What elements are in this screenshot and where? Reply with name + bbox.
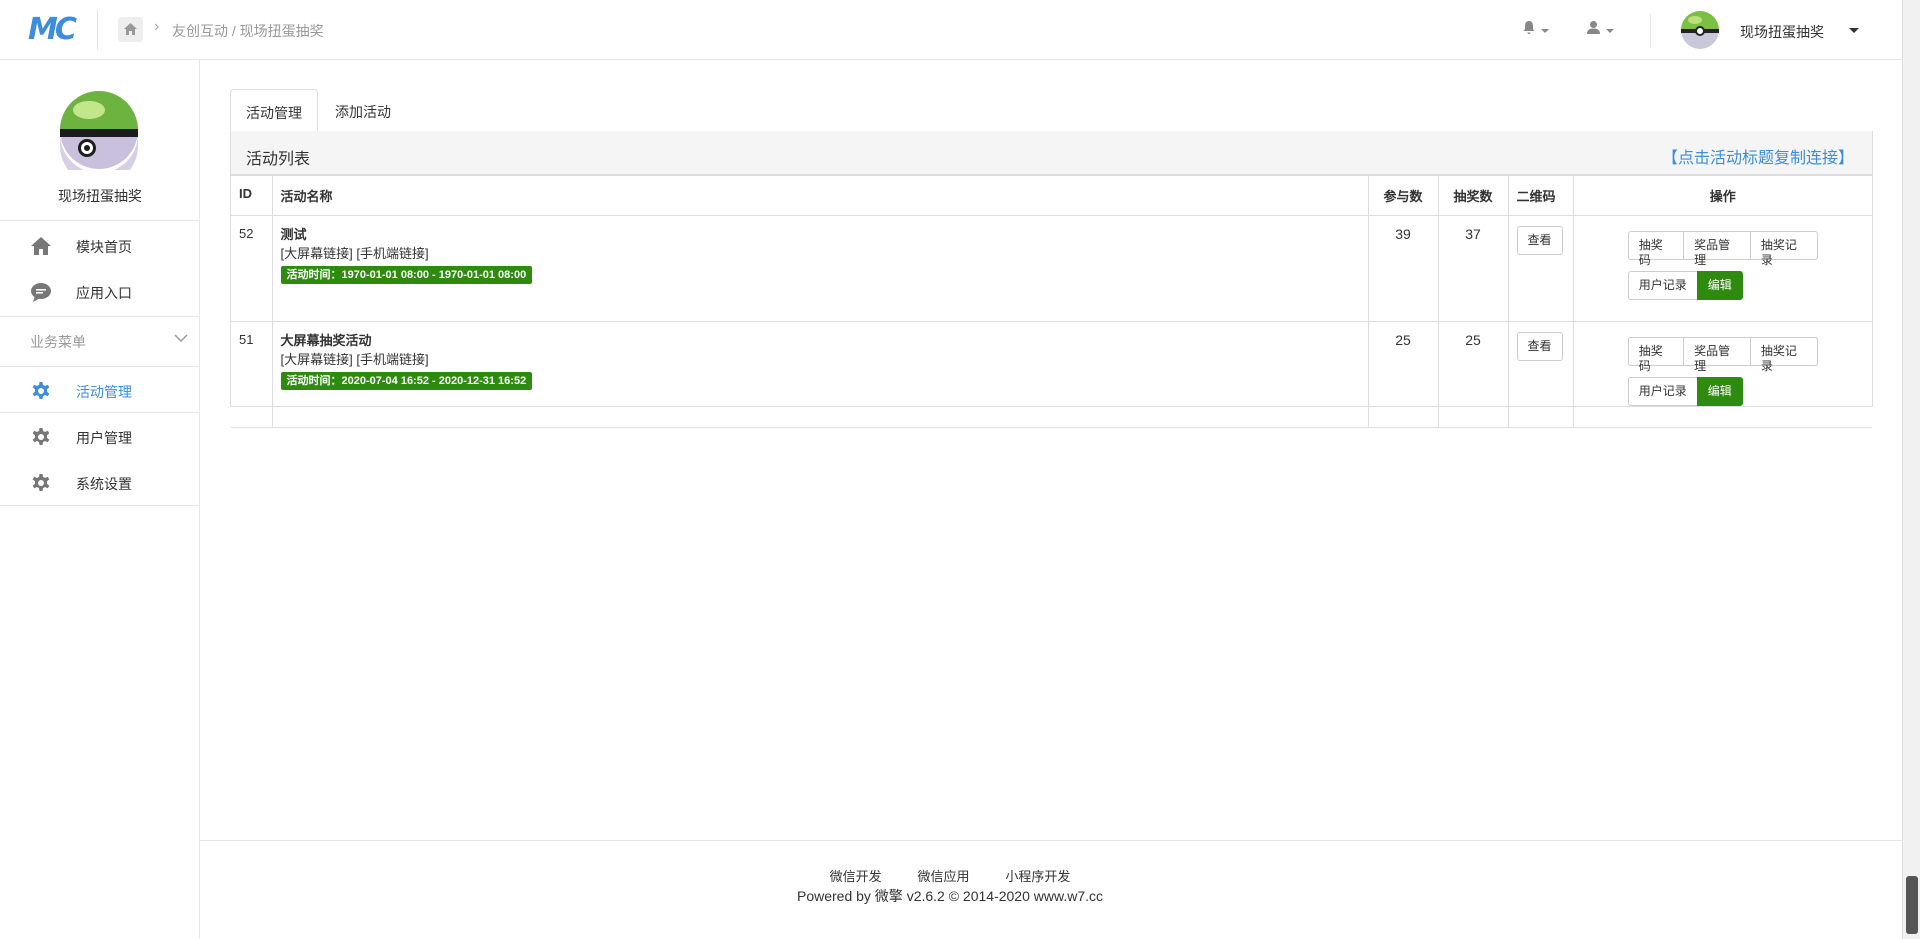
bell-icon [1523, 21, 1535, 34]
footer-divider [200, 840, 1902, 841]
table-row: 51 大屏幕抽奖活动 [大屏幕链接] [手机端链接] 活动时间：2020-07-… [231, 321, 1872, 428]
footer-links: 微信开发 微信应用 小程序开发 [0, 866, 1700, 885]
breadcrumb[interactable]: 友创互动 / 现场扭蛋抽奖 [172, 21, 324, 41]
module-title: 现场扭蛋抽奖 [58, 188, 142, 204]
cell-draws: 25 [1437, 321, 1509, 428]
tab-add-activity[interactable]: 添加活动 [320, 89, 406, 131]
sidebar-item-system-settings[interactable]: 系统设置 [0, 460, 199, 504]
sidebar-item-module-home[interactable]: 模块首页 [0, 223, 199, 267]
divider [1650, 14, 1651, 48]
edit-button[interactable]: 编辑 [1696, 377, 1743, 406]
sidebar-item-label: 模块首页 [76, 239, 132, 255]
sidebar-item-label: 活动管理 [76, 384, 132, 400]
gear-icon [32, 382, 50, 399]
logo-text: MC [28, 12, 77, 47]
cell-name: 测试 [大屏幕链接] [手机端链接] 活动时间：1970-01-01 08:00… [271, 215, 1369, 322]
activity-title[interactable]: 大屏幕抽奖活动 [281, 332, 1360, 350]
user-menu[interactable] [1586, 20, 1614, 38]
cell-participants: 25 [1367, 321, 1439, 428]
footer-copyright: Powered by 微擎 v2.6.2 © 2014-2020 www.w7.… [796, 888, 1104, 904]
cell-draws: 37 [1437, 215, 1509, 322]
draw-records-button[interactable]: 抽奖记录 [1749, 231, 1818, 267]
gear-icon [32, 428, 50, 445]
column-header-ops: 操作 [1572, 175, 1872, 216]
panel-header: 活动列表 【点击活动标题复制连接】 [231, 131, 1872, 175]
sidebar-item-label: 用户管理 [76, 430, 132, 446]
footer-link-wechat-apps[interactable]: 微信应用 [917, 869, 969, 884]
sidebar-item-label: 应用入口 [76, 285, 132, 301]
tab-activity-management[interactable]: 活动管理 [230, 89, 318, 131]
divider [0, 366, 199, 367]
chat-icon [31, 283, 51, 302]
prize-management-button[interactable]: 奖品管理 [1683, 337, 1751, 373]
activity-title[interactable]: 测试 [281, 226, 1360, 244]
divider [97, 10, 98, 50]
cell-ops: 抽奖码 奖品管理 抽奖记录 用户记录 编辑 [1572, 321, 1872, 428]
caret-down-icon[interactable] [1849, 28, 1859, 33]
user-records-button[interactable]: 用户记录 [1627, 377, 1698, 406]
draw-records-button[interactable]: 抽奖记录 [1749, 337, 1818, 373]
ops-group: 抽奖码 奖品管理 抽奖记录 用户记录 编辑 [1627, 231, 1818, 300]
activity-time-badge: 活动时间：1970-01-01 08:00 - 1970-01-01 08:00 [280, 266, 533, 284]
cell-id: 52 [231, 215, 273, 322]
account-name[interactable]: 现场扭蛋抽奖 [1740, 22, 1824, 42]
panel-title: 活动列表 [246, 151, 311, 168]
footer-link-wechat-dev[interactable]: 微信开发 [830, 869, 882, 884]
divider [0, 412, 199, 413]
page-scrollbar[interactable] [1902, 0, 1920, 939]
cell-qrcode: 查看 [1507, 215, 1574, 322]
column-header-qrcode: 二维码 [1507, 175, 1574, 216]
cell-id: 51 [231, 321, 273, 428]
sidebar-item-user-management[interactable]: 用户管理 [0, 414, 199, 458]
top-bar: MC › 友创互动 / 现场扭蛋抽奖 现场扭蛋抽奖 [0, 0, 1902, 60]
view-qrcode-button[interactable]: 查看 [1516, 332, 1563, 361]
sidebar-item-app-entry[interactable]: 应用入口 [0, 269, 199, 313]
table-row: 52 测试 [大屏幕链接] [手机端链接] 活动时间：1970-01-01 08… [231, 215, 1872, 322]
caret-down-icon [1606, 29, 1614, 34]
cell-name: 大屏幕抽奖活动 [大屏幕链接] [手机端链接] 活动时间：2020-07-04 … [271, 321, 1369, 428]
column-header-name: 活动名称 [271, 175, 1369, 216]
home-icon[interactable] [118, 17, 143, 42]
chevron-down-icon[interactable] [174, 333, 188, 343]
lottery-code-button[interactable]: 抽奖码 [1627, 231, 1685, 267]
column-header-draws: 抽奖数 [1437, 175, 1509, 216]
cell-qrcode: 查看 [1507, 321, 1574, 428]
activity-list-panel: 活动列表 【点击活动标题复制连接】 ID 活动名称 参与数 抽奖数 二维码 操作… [230, 131, 1873, 428]
table-header-row: ID 活动名称 参与数 抽奖数 二维码 操作 [231, 175, 1872, 216]
sidebar-item-label: 系统设置 [76, 476, 132, 492]
activity-links[interactable]: [大屏幕链接] [手机端链接] [281, 244, 1360, 264]
prize-management-button[interactable]: 奖品管理 [1683, 231, 1751, 267]
cell-participants: 39 [1367, 215, 1439, 322]
edit-button[interactable]: 编辑 [1696, 271, 1743, 300]
activity-table: ID 活动名称 参与数 抽奖数 二维码 操作 52 测试 [大屏幕链接] [手机… [231, 175, 1872, 428]
logo[interactable]: MC [28, 12, 80, 48]
notification-menu[interactable] [1522, 20, 1549, 38]
column-header-participants: 参与数 [1367, 175, 1439, 216]
copy-link-hint[interactable]: 【点击活动标题复制连接】 [1662, 144, 1854, 168]
account-avatar[interactable] [1680, 10, 1720, 50]
gear-icon [32, 474, 50, 491]
divider [0, 220, 199, 221]
cell-ops: 抽奖码 奖品管理 抽奖记录 用户记录 编辑 [1572, 215, 1872, 322]
activity-links[interactable]: [大屏幕链接] [手机端链接] [281, 350, 1360, 370]
user-records-button[interactable]: 用户记录 [1627, 271, 1698, 300]
footer-link-miniprogram-dev[interactable]: 小程序开发 [1005, 869, 1070, 884]
sidebar-item-activity-management[interactable]: 活动管理 [0, 368, 199, 412]
activity-time-badge: 活动时间：2020-07-04 16:52 - 2020-12-31 16:52 [280, 372, 533, 390]
column-header-id: ID [231, 175, 273, 216]
lottery-code-button[interactable]: 抽奖码 [1627, 337, 1685, 373]
view-qrcode-button[interactable]: 查看 [1516, 226, 1563, 255]
module-avatar [60, 91, 138, 170]
home-icon [31, 237, 51, 255]
scrollbar-thumb[interactable] [1906, 876, 1918, 934]
caret-down-icon [1541, 29, 1549, 34]
ops-group: 抽奖码 奖品管理 抽奖记录 用户记录 编辑 [1627, 337, 1818, 406]
sidebar: 现场扭蛋抽奖 模块首页 应用入口 业务菜单 活动管理 用户管理 系统设置 [0, 60, 200, 939]
chevron-right-icon: › [154, 18, 160, 35]
user-icon [1587, 21, 1600, 34]
divider [0, 505, 199, 506]
divider [0, 316, 199, 317]
menu-group-header[interactable]: 业务菜单 [30, 332, 86, 352]
